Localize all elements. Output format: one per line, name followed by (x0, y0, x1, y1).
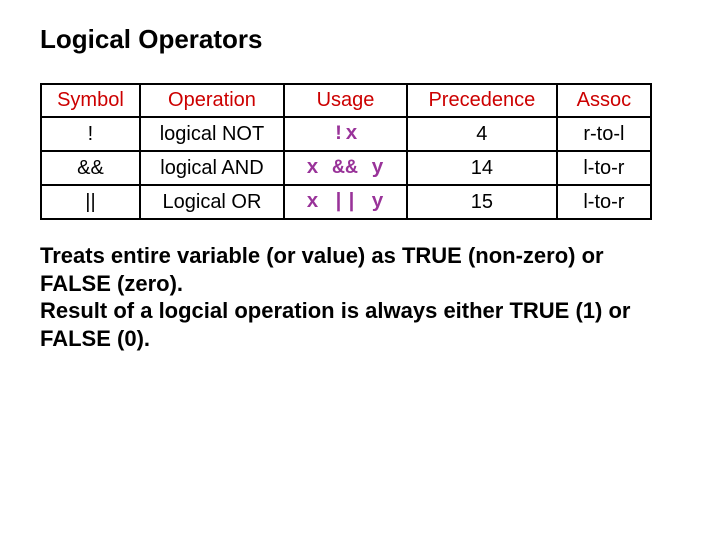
usage-code: !x (332, 123, 358, 146)
table-row: && logical AND x && y 14 l-to-r (41, 151, 651, 185)
header-operation: Operation (140, 84, 284, 117)
cell-operation: Logical OR (140, 185, 284, 219)
header-precedence: Precedence (407, 84, 557, 117)
cell-operation: logical NOT (140, 117, 284, 151)
page-title: Logical Operators (40, 24, 680, 55)
cell-assoc: r-to-l (557, 117, 651, 151)
description-line-1: Treats entire variable (or value) as TRU… (40, 243, 604, 296)
cell-usage: x && y (284, 151, 407, 185)
cell-usage: x || y (284, 185, 407, 219)
header-assoc: Assoc (557, 84, 651, 117)
cell-assoc: l-to-r (557, 151, 651, 185)
cell-symbol: ! (41, 117, 140, 151)
usage-code: x || y (306, 191, 384, 214)
cell-symbol: && (41, 151, 140, 185)
slide-page: Logical Operators Symbol Operation Usage… (0, 0, 720, 376)
table-header-row: Symbol Operation Usage Precedence Assoc (41, 84, 651, 117)
description-line-2: Result of a logcial operation is always … (40, 298, 630, 351)
cell-usage: !x (284, 117, 407, 151)
header-symbol: Symbol (41, 84, 140, 117)
operators-table: Symbol Operation Usage Precedence Assoc … (40, 83, 652, 220)
cell-operation: logical AND (140, 151, 284, 185)
cell-precedence: 15 (407, 185, 557, 219)
cell-precedence: 14 (407, 151, 557, 185)
cell-assoc: l-to-r (557, 185, 651, 219)
header-usage: Usage (284, 84, 407, 117)
usage-code: x && y (306, 157, 384, 180)
table-row: || Logical OR x || y 15 l-to-r (41, 185, 651, 219)
description-text: Treats entire variable (or value) as TRU… (40, 242, 660, 352)
table-row: ! logical NOT !x 4 r-to-l (41, 117, 651, 151)
cell-precedence: 4 (407, 117, 557, 151)
cell-symbol: || (41, 185, 140, 219)
